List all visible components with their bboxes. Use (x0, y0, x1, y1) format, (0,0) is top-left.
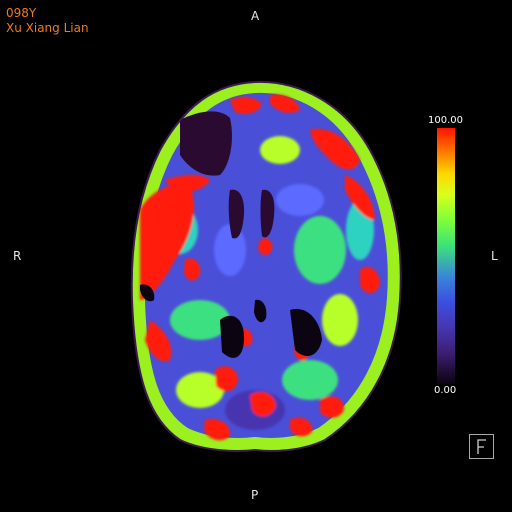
image-viewport[interactable]: 098Y Xu Xiang Lian A P R L 100.00 0.00 (0, 0, 512, 512)
orientation-left-label: L (491, 249, 498, 263)
orientation-posterior-label: P (251, 488, 259, 502)
orientation-anterior-label: A (251, 9, 260, 23)
orientation-right-label: R (13, 249, 22, 263)
colorbar (437, 128, 455, 384)
perfusion-map-image (130, 80, 402, 452)
patient-info: 098Y Xu Xiang Lian (6, 6, 89, 36)
f-letter-icon (477, 439, 486, 454)
colorbar-max-label: 100.00 (428, 115, 463, 126)
orientation-marker-button[interactable] (469, 434, 494, 459)
patient-age: 098Y (6, 6, 37, 20)
patient-name: Xu Xiang Lian (6, 21, 89, 35)
colorbar-min-label: 0.00 (434, 385, 457, 396)
